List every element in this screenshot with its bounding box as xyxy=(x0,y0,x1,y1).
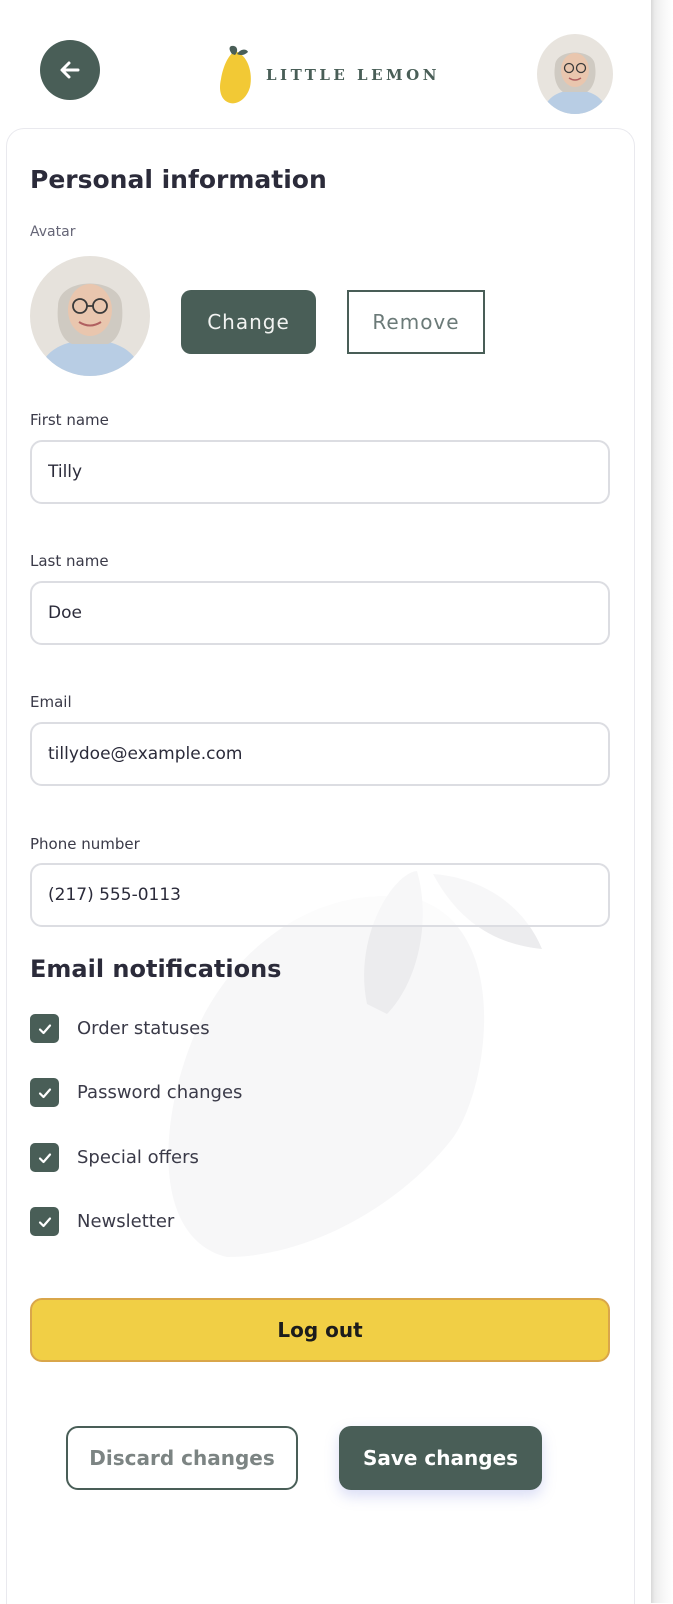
last-name-label: Last name xyxy=(30,552,109,570)
profile-screen: LITTLE LEMON Personal information Avatar xyxy=(0,0,651,1604)
email-label: Email xyxy=(30,693,72,711)
first-name-input[interactable] xyxy=(30,440,610,504)
checkbox-checked-icon xyxy=(30,1143,59,1172)
user-photo-icon xyxy=(537,34,613,114)
remove-avatar-button[interactable]: Remove xyxy=(347,290,485,354)
checkbox-checked-icon xyxy=(30,1207,59,1236)
checkbox-checked-icon xyxy=(30,1014,59,1043)
order-statuses-label: Order statuses xyxy=(77,1018,210,1039)
last-name-input[interactable] xyxy=(30,581,610,645)
brand-logo: LITTLE LEMON xyxy=(218,45,440,105)
newsletter-label: Newsletter xyxy=(77,1211,175,1232)
avatar-image xyxy=(30,256,150,376)
special-offers-checkbox[interactable]: Special offers xyxy=(30,1143,199,1172)
phone-label: Phone number xyxy=(30,835,140,853)
save-changes-button[interactable]: Save changes xyxy=(339,1426,542,1490)
first-name-label: First name xyxy=(30,411,109,429)
password-changes-checkbox[interactable]: Password changes xyxy=(30,1078,242,1107)
discard-changes-button[interactable]: Discard changes xyxy=(66,1426,298,1490)
avatar-label: Avatar xyxy=(30,224,76,240)
password-changes-label: Password changes xyxy=(77,1082,243,1103)
brand-name: LITTLE LEMON xyxy=(266,66,440,84)
email-notifications-title: Email notifications xyxy=(30,955,282,983)
profile-avatar[interactable] xyxy=(537,34,613,114)
logout-button[interactable]: Log out xyxy=(30,1298,610,1362)
order-statuses-checkbox[interactable]: Order statuses xyxy=(30,1014,210,1043)
personal-info-title: Personal information xyxy=(30,165,327,194)
email-input[interactable] xyxy=(30,722,610,786)
change-avatar-button[interactable]: Change xyxy=(181,290,316,354)
newsletter-checkbox[interactable]: Newsletter xyxy=(30,1207,174,1236)
back-button[interactable] xyxy=(40,40,100,100)
arrow-left-icon xyxy=(60,61,80,79)
window-edge-shadow xyxy=(651,0,673,1603)
user-photo-icon xyxy=(30,256,150,376)
checkbox-checked-icon xyxy=(30,1078,59,1107)
special-offers-label: Special offers xyxy=(77,1147,199,1168)
lemon-logo-icon xyxy=(220,45,251,104)
phone-input[interactable] xyxy=(30,863,610,927)
